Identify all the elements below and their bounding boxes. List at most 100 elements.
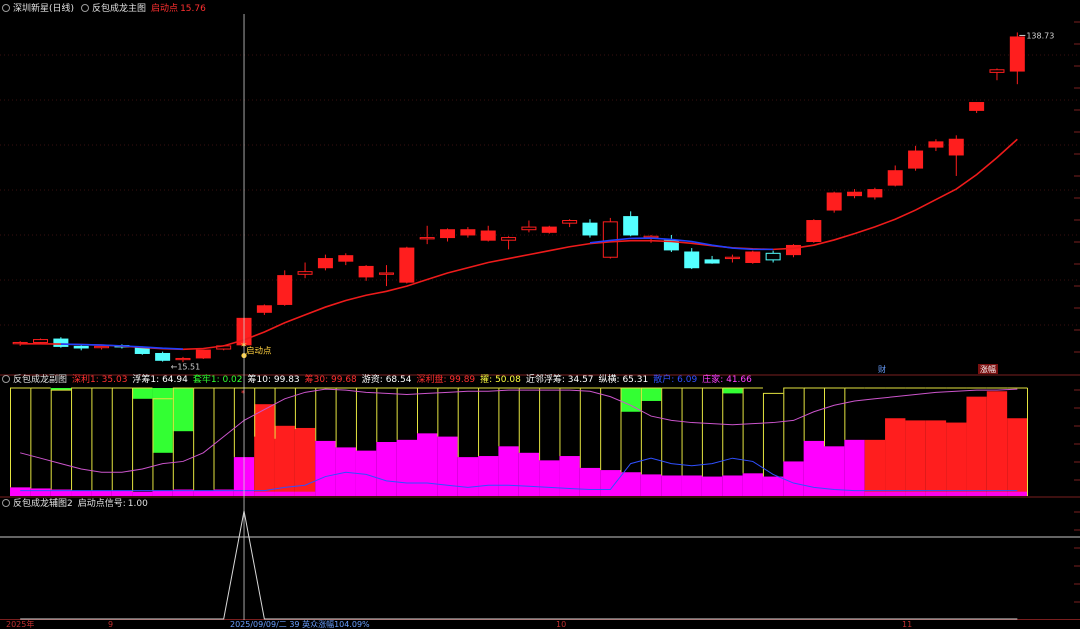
sub-value-label: 近邻浮筹 xyxy=(525,375,562,385)
sub-value-item: 近邻浮筹: 34.57 xyxy=(525,375,594,385)
signal-indicator-name: 反包成龙辅图2 xyxy=(13,499,73,509)
candle-body xyxy=(175,357,191,361)
sub-bar-base xyxy=(966,491,987,496)
sub-bar-base xyxy=(457,457,479,496)
candle-body xyxy=(908,150,924,169)
sub-value-number: 35.03 xyxy=(101,375,128,385)
sub-bar-base xyxy=(376,442,397,496)
sub-bar-base xyxy=(71,490,92,496)
candle-body xyxy=(297,271,313,275)
time-axis-label: 2025/09/09/二 39 英众涨幅104.09% xyxy=(230,620,370,629)
sub-value-item: 擢: 50.08 xyxy=(480,375,521,385)
candle-body xyxy=(501,237,517,241)
sub-bar-base xyxy=(10,487,31,496)
sub-value-number: 65.31 xyxy=(622,375,649,385)
sub-bar-green xyxy=(152,388,173,453)
candle-body xyxy=(745,251,761,263)
sub-bar-base xyxy=(986,491,1008,496)
candle-body xyxy=(724,256,740,260)
candle-body xyxy=(562,220,578,224)
candle-body xyxy=(480,230,496,241)
sub-bar-base xyxy=(396,439,417,496)
sub-bar-base xyxy=(498,446,519,496)
candle-body xyxy=(195,349,211,359)
signal-value: 1.00 xyxy=(127,499,148,509)
candle-body xyxy=(1009,36,1025,72)
candle-body xyxy=(989,69,1005,73)
candle-body xyxy=(399,247,415,283)
start-point-label: 启动点 xyxy=(151,4,179,14)
sub-bar-base xyxy=(579,467,601,496)
candle-body xyxy=(623,216,639,236)
sub-indicator-name: 反包成龙副图 xyxy=(13,375,68,385)
signal-label: 启动点信号 xyxy=(77,499,123,509)
candle-body xyxy=(338,255,354,262)
time-axis-label: 2025年 xyxy=(6,620,35,629)
sub-bar-base xyxy=(539,460,560,496)
sub-bar-red xyxy=(885,418,906,496)
signal-line xyxy=(20,510,1018,620)
candle-body xyxy=(378,272,394,275)
candle-body xyxy=(521,226,537,231)
sub-bar-base xyxy=(417,433,438,496)
sub-value-number: 99.83 xyxy=(273,375,300,385)
indicator-toggle-icon[interactable] xyxy=(2,375,10,383)
sub-bar-base xyxy=(335,447,356,496)
sub-bar-base xyxy=(661,475,682,496)
candle-body xyxy=(53,338,69,347)
indicator-toggle-icon[interactable] xyxy=(2,4,10,12)
sub-bar-base xyxy=(274,491,295,496)
candle-body xyxy=(867,189,883,198)
time-axis: 2025年 9 2025/09/09/二 39 英众涨幅104.09% 10 11 xyxy=(0,620,1080,629)
sub-value-number: 68.54 xyxy=(385,375,412,385)
candle-body xyxy=(460,229,476,236)
candle-body xyxy=(887,170,903,186)
sub-value-number: 41.66 xyxy=(726,375,752,385)
sub-bar-red xyxy=(925,420,947,496)
sub-bar-base xyxy=(783,461,804,496)
sub-value-item: 浮筹1: 64.94 xyxy=(132,375,188,385)
candle-body xyxy=(277,275,293,305)
sub-bar-base xyxy=(640,474,662,496)
sub-bar-base xyxy=(762,476,784,496)
sub-bar-base xyxy=(620,472,641,496)
sub-value-label: 套牢1 xyxy=(192,375,217,385)
candle-body xyxy=(541,226,557,233)
sub-value-number: 99.89 xyxy=(449,375,476,385)
sub-chart-header: 反包成龙副图 深利1: 35.03 浮筹1: 64.94 套牢1: 0.02 筹10: … xyxy=(0,374,762,387)
sub-value-label: 浮筹1 xyxy=(132,375,157,385)
sub-value-label: 筹10 xyxy=(247,375,268,385)
stock-chart[interactable]: 138.73←15.51启动点✶财涨幅* xyxy=(0,0,1080,629)
candle-body xyxy=(256,305,272,313)
start-point-value: 15.76 xyxy=(180,4,206,14)
candle-body xyxy=(358,265,374,278)
sub-bar-red xyxy=(274,425,295,496)
main-indicator-name: 反包成龙主图 xyxy=(92,4,147,14)
candle-body xyxy=(582,222,598,236)
event-financial-marker: 财 xyxy=(878,364,886,374)
indicator-toggle-icon[interactable] xyxy=(81,4,90,12)
sub-bar-base xyxy=(315,440,336,496)
sub-value-item: 散户: 6.09 xyxy=(653,375,698,385)
time-axis-label: 11 xyxy=(902,620,913,629)
sub-value-item: 深利1: 35.03 xyxy=(72,375,128,385)
sub-bar-red xyxy=(946,422,967,496)
sub-bar-base xyxy=(152,490,173,496)
sub-value-item: 庄家: 41.66 xyxy=(702,375,752,385)
sub-bar-base xyxy=(559,456,580,496)
candle-body xyxy=(826,192,842,211)
candle-body xyxy=(847,191,863,197)
sub-value-label: 深利盘 xyxy=(416,375,444,385)
sub-bar-base xyxy=(518,452,540,496)
sub-value-number: 6.09 xyxy=(677,375,698,385)
ma-red-line xyxy=(20,138,1018,351)
candle-body xyxy=(704,259,720,264)
candle-body xyxy=(73,345,89,349)
sub-bar-base xyxy=(437,436,458,496)
sub-bar-base xyxy=(30,488,51,496)
indicator-toggle-icon[interactable] xyxy=(2,499,10,507)
sub-value-label: 散户 xyxy=(653,375,672,385)
sub-bar-base xyxy=(946,491,967,496)
sub-bar-green xyxy=(640,388,662,401)
sub-value-number: 34.57 xyxy=(567,375,594,385)
